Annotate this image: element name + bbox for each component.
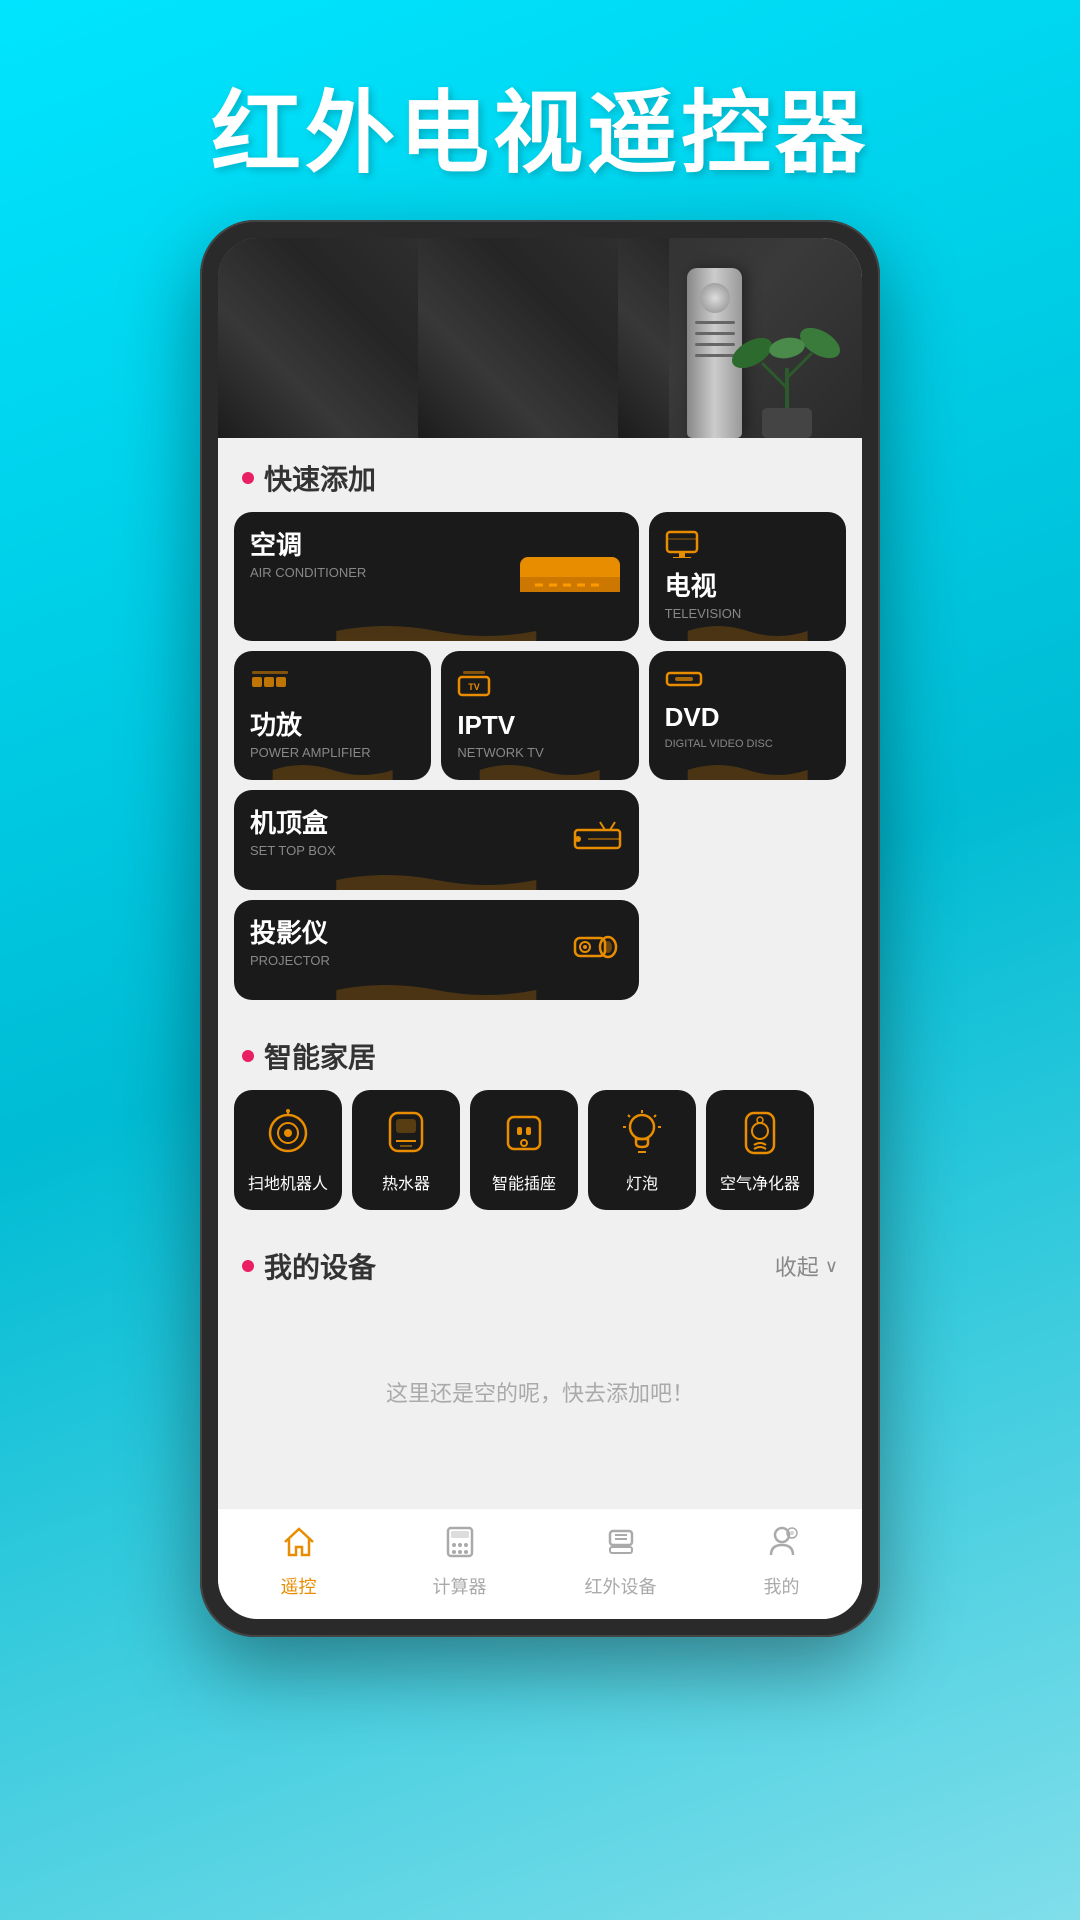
- smart-device-purifier[interactable]: 空气净化器: [706, 1090, 814, 1210]
- heater-icon: [379, 1106, 433, 1160]
- smart-home-label: 智能家居: [264, 1036, 376, 1076]
- bulb-icon: [615, 1106, 669, 1160]
- device-card-settopbox[interactable]: 机顶盒 SET TOP BOX: [234, 790, 639, 890]
- my-devices-left: 我的设备: [242, 1246, 376, 1286]
- heater-name: 热水器: [382, 1170, 430, 1194]
- nav-label-mine: 我的: [764, 1573, 800, 1599]
- bulb-name: 灯泡: [626, 1170, 658, 1194]
- smart-device-bulb[interactable]: 灯泡: [588, 1090, 696, 1210]
- app-title: 红外电视遥控器: [0, 0, 1080, 220]
- nav-label-calculator: 计算器: [433, 1573, 487, 1599]
- phone-screen: 快速添加 空调 AIR CONDITIONER: [218, 238, 862, 1619]
- ir-devices-icon: [604, 1525, 638, 1567]
- purifier-name: 空气净化器: [720, 1170, 800, 1194]
- nav-item-mine[interactable]: 我的: [701, 1525, 862, 1599]
- device-card-projector[interactable]: 投影仪 PROJECTOR: [234, 900, 639, 1000]
- device-card-dvd[interactable]: DVD DIGITAL VIDEO DISC: [649, 651, 846, 780]
- phone-wrapper: 快速添加 空调 AIR CONDITIONER: [0, 220, 1080, 1697]
- smart-home-grid: 扫地机器人 热水器: [218, 1090, 862, 1230]
- device-card-iptv[interactable]: TV IPTV NETWORK TV: [441, 651, 638, 780]
- chevron-down-icon: ∨: [825, 1256, 838, 1277]
- dvd-name-en: DIGITAL VIDEO DISC: [665, 737, 830, 751]
- nav-label-ir-devices: 红外设备: [585, 1573, 657, 1599]
- my-devices-header: 我的设备 收起 ∨: [218, 1230, 862, 1296]
- socket-name: 智能插座: [492, 1170, 556, 1194]
- calculator-icon: [443, 1525, 477, 1567]
- settopbox-name-zh: 机顶盒: [250, 808, 623, 839]
- tv-name-zh: 电视: [665, 571, 830, 602]
- robot-name: 扫地机器人: [248, 1170, 328, 1194]
- smart-home-dot: [242, 1050, 254, 1062]
- quick-add-label: 快速添加: [264, 458, 376, 498]
- smart-device-robot[interactable]: 扫地机器人: [234, 1090, 342, 1210]
- mine-icon: [765, 1525, 799, 1567]
- my-devices-dot: [242, 1260, 254, 1272]
- smart-device-socket[interactable]: 智能插座: [470, 1090, 578, 1210]
- app-background: 红外电视遥控器: [0, 0, 1080, 1697]
- socket-icon: [497, 1106, 551, 1160]
- device-card-amplifier[interactable]: 功放 POWER AMPLIFIER: [234, 651, 431, 780]
- collapse-button[interactable]: 收起 ∨: [775, 1250, 838, 1282]
- smart-device-heater[interactable]: 热水器: [352, 1090, 460, 1210]
- nav-item-ir-devices[interactable]: 红外设备: [540, 1525, 701, 1599]
- settopbox-name-en: SET TOP BOX: [250, 843, 623, 860]
- projector-name-en: PROJECTOR: [250, 953, 623, 970]
- my-devices-label: 我的设备: [264, 1246, 376, 1286]
- nav-item-remote[interactable]: 遥控: [218, 1525, 379, 1599]
- collapse-label: 收起: [775, 1250, 819, 1282]
- amplifier-name-zh: 功放: [250, 710, 415, 741]
- empty-devices-tip: 这里还是空的呢，快去添加吧！: [218, 1296, 862, 1508]
- svg-text:TV: TV: [469, 682, 481, 692]
- nav-item-calculator[interactable]: 计算器: [379, 1525, 540, 1599]
- smart-home-header: 智能家居: [218, 1016, 862, 1090]
- quick-add-dot: [242, 472, 254, 484]
- iptv-name-zh: IPTV: [457, 710, 622, 741]
- banner: [218, 238, 862, 438]
- home-icon: [282, 1525, 316, 1567]
- device-card-ac[interactable]: 空调 AIR CONDITIONER: [234, 512, 639, 641]
- nav-label-remote: 遥控: [281, 1573, 317, 1599]
- bottom-nav: 遥控: [218, 1508, 862, 1619]
- quick-add-header: 快速添加: [218, 438, 862, 512]
- dvd-name-zh: DVD: [665, 702, 830, 733]
- banner-stone: [218, 238, 669, 438]
- device-card-tv[interactable]: 电视 TELEVISION: [649, 512, 846, 641]
- purifier-icon: [733, 1106, 787, 1160]
- phone-frame: 快速添加 空调 AIR CONDITIONER: [200, 220, 880, 1637]
- projector-name-zh: 投影仪: [250, 918, 623, 949]
- robot-icon: [261, 1106, 315, 1160]
